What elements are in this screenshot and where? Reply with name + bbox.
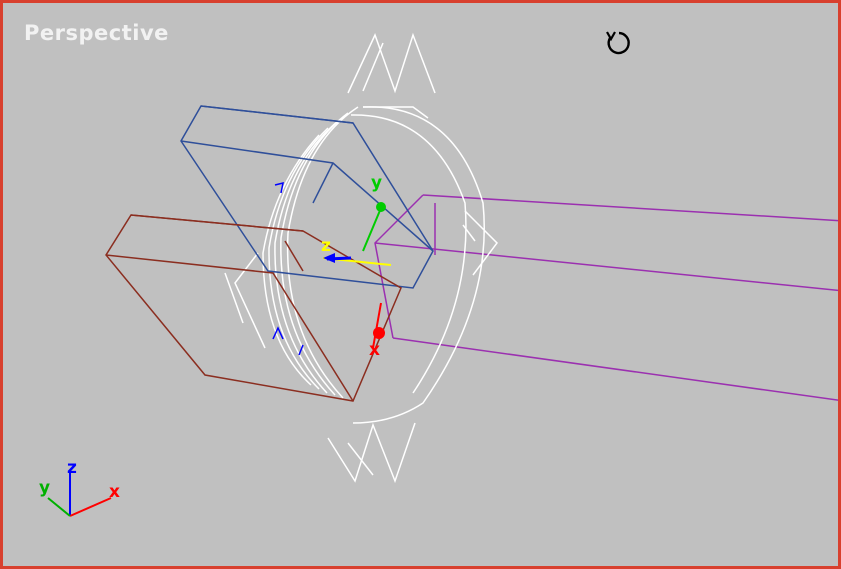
world-y-label: y [39,478,50,498]
pivot-gizmo[interactable]: y z x [321,173,392,360]
pivot-y-label: y [371,173,382,193]
white-tool-wireframe[interactable] [224,32,498,484]
world-x-label: x [109,482,120,502]
purple-box-wireframe[interactable] [374,194,841,401]
world-z-label: z [67,458,77,478]
pivot-x-label: x [369,340,380,360]
red-box-wireframe[interactable] [105,214,402,402]
blue-box-wireframe[interactable] [180,105,434,289]
perspective-viewport[interactable]: Perspective y z x z x y [0,0,841,569]
scene-canvas[interactable]: y z x z x y [3,3,841,569]
pivot-z-label: z [321,236,331,256]
world-axis-triad: z x y [39,458,120,517]
